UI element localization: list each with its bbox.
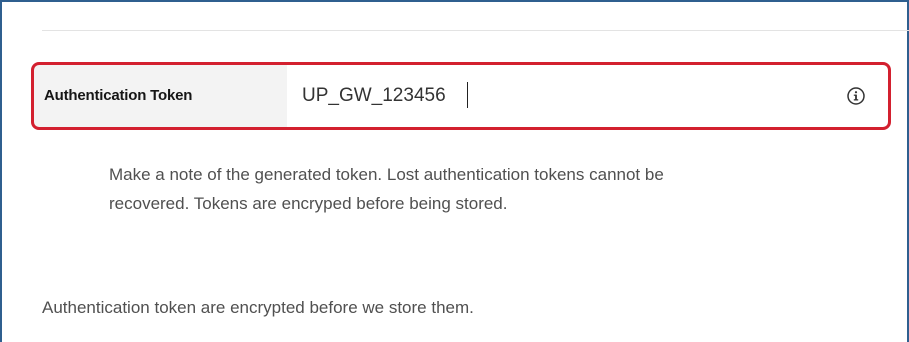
content-panel: Authentication Token Make a note of the … — [0, 0, 909, 342]
auth-token-helper-text: Make a note of the generated token. Lost… — [109, 165, 664, 213]
encryption-note: Authentication token are encrypted befor… — [42, 298, 474, 317]
highlight-box — [31, 62, 891, 130]
section-divider — [42, 30, 909, 31]
